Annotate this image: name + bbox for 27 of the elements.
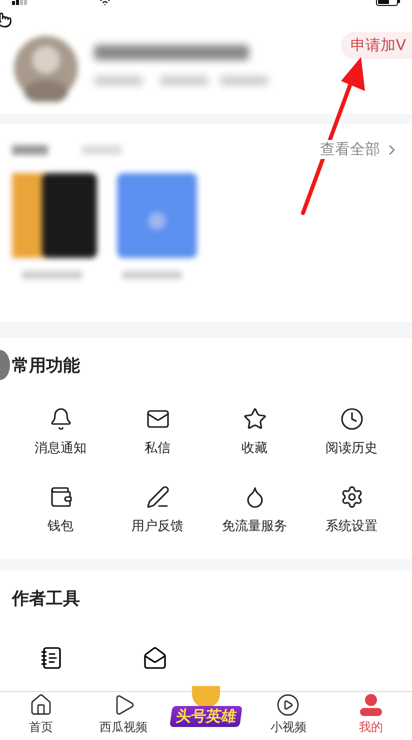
section-title: 作者工具 <box>12 588 81 610</box>
function-item[interactable]: 消息通知 <box>12 407 109 457</box>
tab-icon <box>276 693 300 717</box>
function-item[interactable]: 系统设置 <box>303 485 400 535</box>
apply-verification-button[interactable]: 申请加V <box>340 32 412 59</box>
promo-logo[interactable]: 头号英雄 <box>170 706 242 727</box>
tab-item[interactable]: 小视频 <box>247 692 330 740</box>
function-item[interactable]: 阅读历史 <box>303 407 400 457</box>
function-item[interactable]: 免流量服务 <box>206 485 303 535</box>
function-icon <box>242 407 266 431</box>
function-icon <box>340 407 364 431</box>
function-icon <box>146 407 170 431</box>
section-title: 常用功能 <box>12 355 81 377</box>
tab-item[interactable]: 西瓜视频 <box>82 692 165 740</box>
person-icon <box>358 693 384 717</box>
tab-item[interactable]: 首页 <box>0 692 82 740</box>
function-icon <box>48 407 72 431</box>
function-icon <box>340 485 364 509</box>
function-icon <box>48 485 72 509</box>
function-item[interactable]: 收藏 <box>206 407 303 457</box>
function-icon <box>146 485 170 509</box>
tab-item[interactable]: 我的 <box>330 692 412 740</box>
function-item[interactable]: 钱包 <box>12 485 109 535</box>
function-item[interactable]: 用户反馈 <box>109 485 206 535</box>
tab-icon <box>29 693 54 717</box>
function-item[interactable]: 私信 <box>109 407 206 457</box>
hand-cursor-icon <box>0 12 12 28</box>
